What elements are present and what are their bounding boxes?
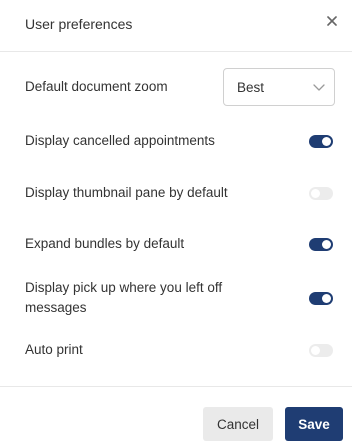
toggle-knob [311, 188, 320, 198]
zoom-row: Default document zoom Best [25, 68, 335, 106]
toggle-auto-print[interactable] [309, 343, 333, 357]
close-icon [327, 16, 337, 26]
zoom-label: Default document zoom [25, 79, 168, 94]
setting-label: Display pick up where you left off messa… [25, 280, 223, 315]
setting-label: Expand bundles by default [25, 236, 185, 251]
cancel-button[interactable]: Cancel [203, 407, 273, 441]
toggle-expand-bundles[interactable] [309, 237, 333, 251]
setting-row-thumbnail-pane: Display thumbnail pane by default [25, 183, 335, 203]
close-button[interactable] [322, 11, 342, 31]
toggle-thumbnail-pane[interactable] [309, 186, 333, 200]
toggle-knob [322, 293, 331, 303]
setting-label: Display thumbnail pane by default [25, 185, 228, 200]
toggle-pick-up-messages[interactable] [309, 291, 333, 305]
setting-label: Display cancelled appointments [25, 133, 215, 148]
toggle-knob [311, 345, 320, 355]
setting-row-cancelled-appointments: Display cancelled appointments [25, 131, 335, 151]
toggle-cancelled-appointments[interactable] [309, 134, 333, 148]
zoom-select[interactable]: Best [223, 68, 335, 106]
toggle-knob [322, 136, 331, 146]
chevron-down-icon [313, 84, 325, 91]
dialog-footer: Cancel Save [0, 386, 352, 441]
zoom-selected-value: Best [237, 79, 265, 95]
setting-label: Auto print [25, 342, 83, 357]
setting-row-pick-up-messages: Display pick up where you left off messa… [25, 278, 335, 318]
toggle-knob [322, 239, 331, 249]
save-button[interactable]: Save [285, 407, 343, 441]
dialog-title: User preferences [25, 16, 133, 32]
setting-row-auto-print: Auto print [25, 340, 335, 360]
setting-row-expand-bundles: Expand bundles by default [25, 234, 335, 254]
dialog-header: User preferences [0, 0, 352, 52]
user-preferences-dialog: User preferences Default document zoom B… [0, 0, 352, 441]
